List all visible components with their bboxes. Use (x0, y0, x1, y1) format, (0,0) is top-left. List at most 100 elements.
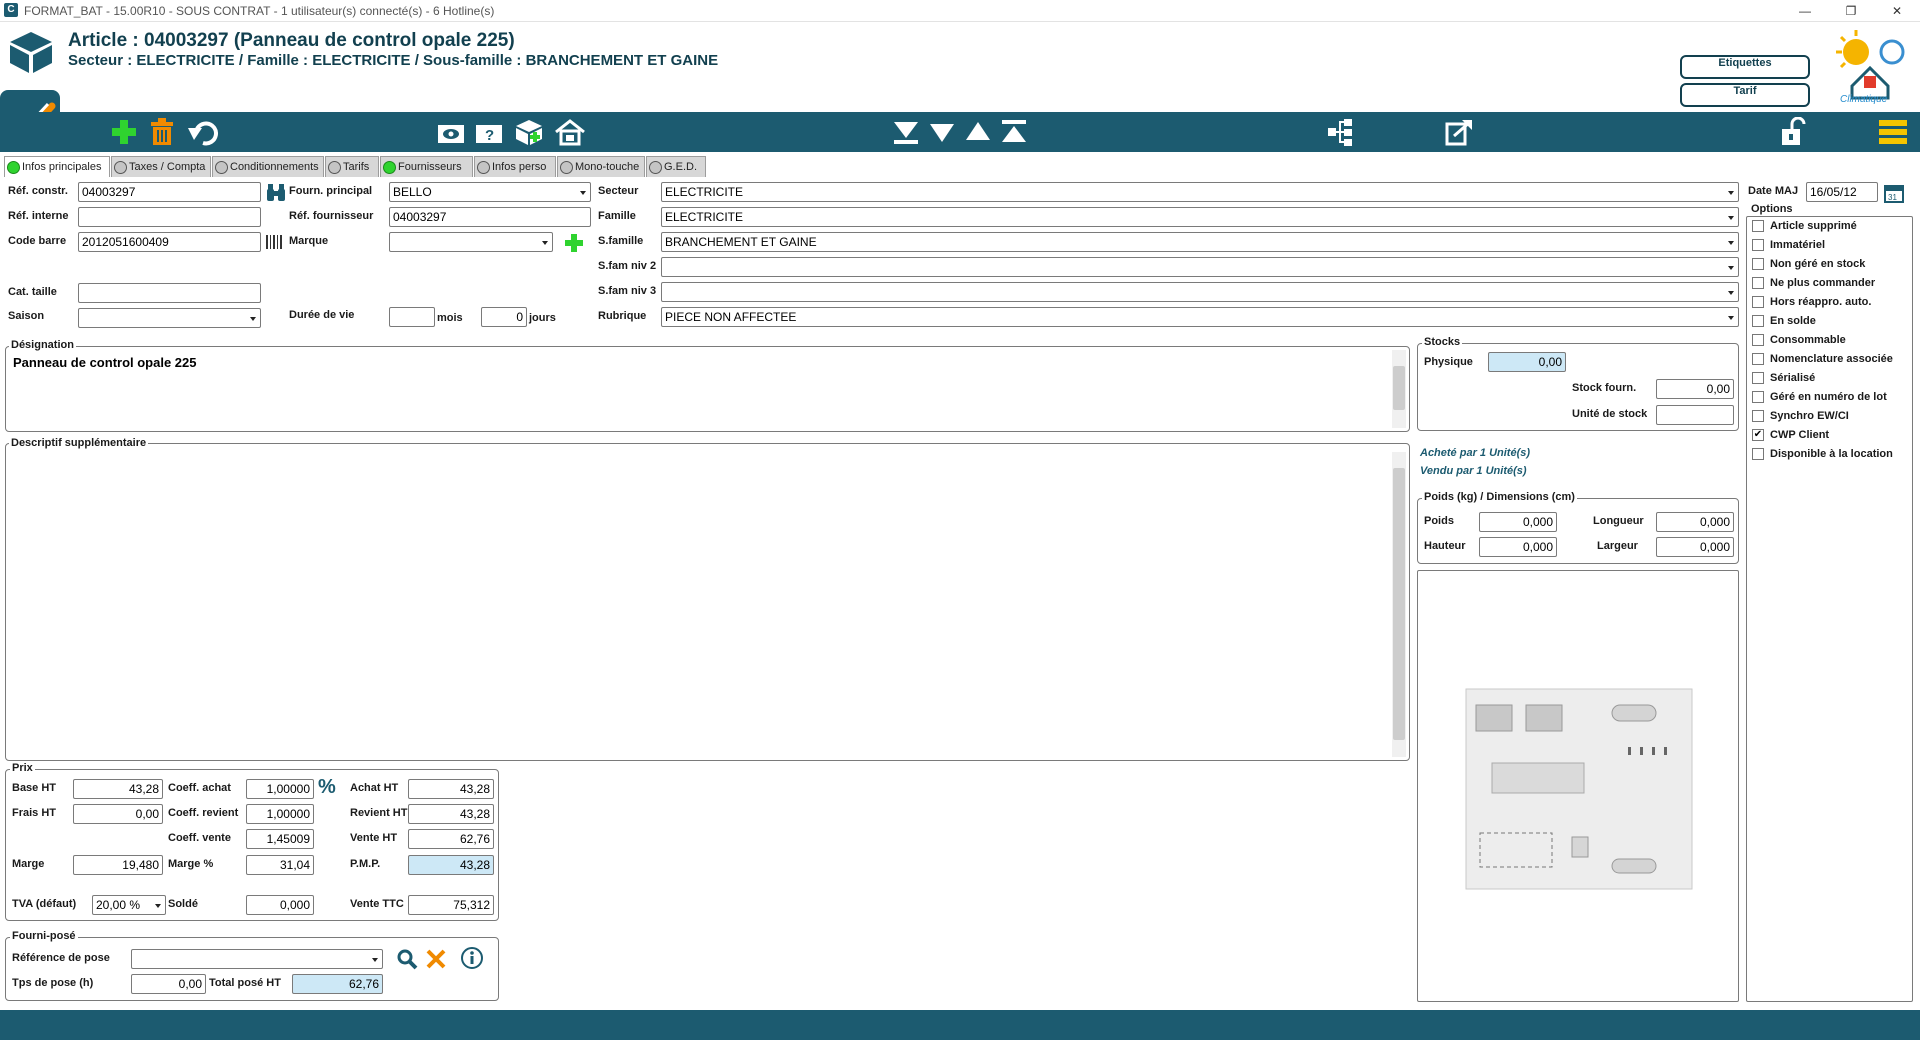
tps-pose-field[interactable]: 0,00 (131, 974, 206, 994)
marge-field[interactable]: 19,480 (73, 855, 163, 875)
product-image-panel[interactable] (1417, 570, 1739, 1002)
stock-fourn-field[interactable]: 0,00 (1656, 379, 1734, 399)
marque-select[interactable] (389, 232, 553, 252)
coeff-vente-field[interactable]: 1,45009 (246, 829, 314, 849)
base-ht-field[interactable]: 43,28 (73, 779, 163, 799)
poids-field[interactable]: 0,000 (1479, 512, 1557, 532)
solde-field[interactable]: 0,000 (246, 895, 314, 915)
option-checkbox[interactable] (1752, 410, 1764, 422)
date-maj-field[interactable]: 16/05/12 (1806, 182, 1878, 202)
achat-ht-field[interactable]: 43,28 (408, 779, 494, 799)
option-checkbox[interactable] (1752, 372, 1764, 384)
add-marque-icon[interactable] (564, 233, 584, 256)
tab-conditionnements[interactable]: Conditionnements (212, 156, 324, 177)
previous-record-icon[interactable] (962, 112, 994, 152)
option-checkbox[interactable] (1752, 391, 1764, 403)
option-checkbox[interactable] (1752, 334, 1764, 346)
percent-icon[interactable]: % (318, 776, 336, 799)
tab-ged[interactable]: G.E.D. (646, 156, 706, 177)
tva-select[interactable]: 20,00 % (92, 895, 166, 915)
home-box-icon[interactable] (552, 112, 588, 152)
option-checkbox[interactable] (1752, 315, 1764, 327)
famille-select[interactable]: ELECTRICITE (661, 207, 1739, 227)
tab-infos-perso[interactable]: Infos perso (474, 156, 556, 177)
option-checkbox[interactable] (1752, 277, 1764, 289)
duree-jours-field[interactable]: 0 (481, 307, 527, 327)
hauteur-field[interactable]: 0,000 (1479, 537, 1557, 557)
rubrique-select[interactable]: PIECE NON AFFECTEE (661, 307, 1739, 327)
longueur-field[interactable]: 0,000 (1656, 512, 1734, 532)
restore-button[interactable]: ❐ (1828, 0, 1874, 22)
revient-ht-field[interactable]: 43,28 (408, 804, 494, 824)
option-item[interactable]: Disponible à la location (1752, 448, 1893, 460)
tab-tarifs[interactable]: Tarifs (325, 156, 379, 177)
option-checkbox[interactable] (1752, 258, 1764, 270)
designation-text[interactable]: Panneau de control opale 225 (13, 355, 197, 370)
ref-constr-field[interactable]: 04003297 (78, 182, 261, 202)
delete-icon[interactable] (146, 112, 178, 152)
coeff-achat-field[interactable]: 1,00000 (246, 779, 314, 799)
designation-scrollbar[interactable] (1392, 350, 1406, 428)
option-item[interactable]: Non géré en stock (1752, 258, 1865, 270)
view-box-icon[interactable] (434, 112, 468, 152)
fourn-principal-select[interactable]: BELLO (389, 182, 591, 202)
unlock-icon[interactable] (1776, 112, 1808, 152)
secteur-select[interactable]: ELECTRICITE (661, 182, 1739, 202)
option-item[interactable]: Nomenclature associée (1752, 353, 1893, 365)
info-icon[interactable] (460, 946, 484, 973)
tab-fournisseurs[interactable]: Fournisseurs (380, 156, 473, 177)
tab-infos-principales[interactable]: Infos principales (4, 156, 110, 177)
option-item[interactable]: Hors réappro. auto. (1752, 296, 1871, 308)
binoculars-icon[interactable] (265, 183, 287, 206)
ref-interne-field[interactable] (78, 207, 261, 227)
descriptif-scrollbar[interactable] (1392, 452, 1406, 757)
option-item[interactable]: Géré en numéro de lot (1752, 391, 1887, 403)
sfam2-select[interactable] (661, 257, 1739, 277)
tarif-button[interactable]: Tarif (1680, 83, 1810, 107)
frais-ht-field[interactable]: 0,00 (73, 804, 163, 824)
add-box-icon[interactable] (512, 112, 546, 152)
menu-icon[interactable] (1876, 112, 1910, 152)
option-item[interactable]: Article supprimé (1752, 220, 1857, 232)
ref-fournisseur-field[interactable]: 04003297 (389, 207, 591, 227)
close-button[interactable]: ✕ (1874, 0, 1920, 22)
export-icon[interactable] (1442, 112, 1476, 152)
calendar-icon[interactable]: 31 (1884, 183, 1904, 206)
ref-pose-select[interactable] (131, 949, 383, 969)
undo-icon[interactable] (186, 112, 220, 152)
next-record-icon[interactable] (926, 112, 958, 152)
clear-icon[interactable] (425, 948, 447, 973)
option-checkbox[interactable] (1752, 220, 1764, 232)
option-checkbox[interactable] (1752, 296, 1764, 308)
unite-stock-field[interactable] (1656, 405, 1734, 425)
option-item[interactable]: ✔ CWP Client (1752, 429, 1829, 441)
option-item[interactable]: Sérialisé (1752, 372, 1815, 384)
tab-taxes-compta[interactable]: Taxes / Compta (111, 156, 211, 177)
option-checkbox[interactable] (1752, 353, 1764, 365)
tree-icon[interactable] (1324, 112, 1356, 152)
option-item[interactable]: Synchro EW/CI (1752, 410, 1849, 422)
code-barre-field[interactable]: 2012051600409 (78, 232, 261, 252)
sfamille-select[interactable]: BRANCHEMENT ET GAINE (661, 232, 1739, 252)
option-item[interactable]: Consommable (1752, 334, 1846, 346)
marge-pct-field[interactable]: 31,04 (246, 855, 314, 875)
duree-mois-field[interactable] (389, 307, 435, 327)
option-item[interactable]: En solde (1752, 315, 1816, 327)
etiquettes-button[interactable]: Etiquettes (1680, 55, 1810, 79)
last-record-icon[interactable] (890, 112, 922, 152)
coeff-revient-field[interactable]: 1,00000 (246, 804, 314, 824)
help-box-icon[interactable]: ? (472, 112, 506, 152)
barcode-icon[interactable] (266, 234, 284, 253)
option-checkbox[interactable]: ✔ (1752, 429, 1764, 441)
minimize-button[interactable]: — (1782, 0, 1828, 22)
vente-ht-field[interactable]: 62,76 (408, 829, 494, 849)
largeur-field[interactable]: 0,000 (1656, 537, 1734, 557)
vente-ttc-field[interactable]: 75,312 (408, 895, 494, 915)
option-item[interactable]: Immatériel (1752, 239, 1825, 251)
add-icon[interactable] (108, 112, 140, 152)
saison-select[interactable] (78, 308, 261, 328)
option-item[interactable]: Ne plus commander (1752, 277, 1875, 289)
sfam3-select[interactable] (661, 282, 1739, 302)
first-record-icon[interactable] (998, 112, 1030, 152)
option-checkbox[interactable] (1752, 239, 1764, 251)
